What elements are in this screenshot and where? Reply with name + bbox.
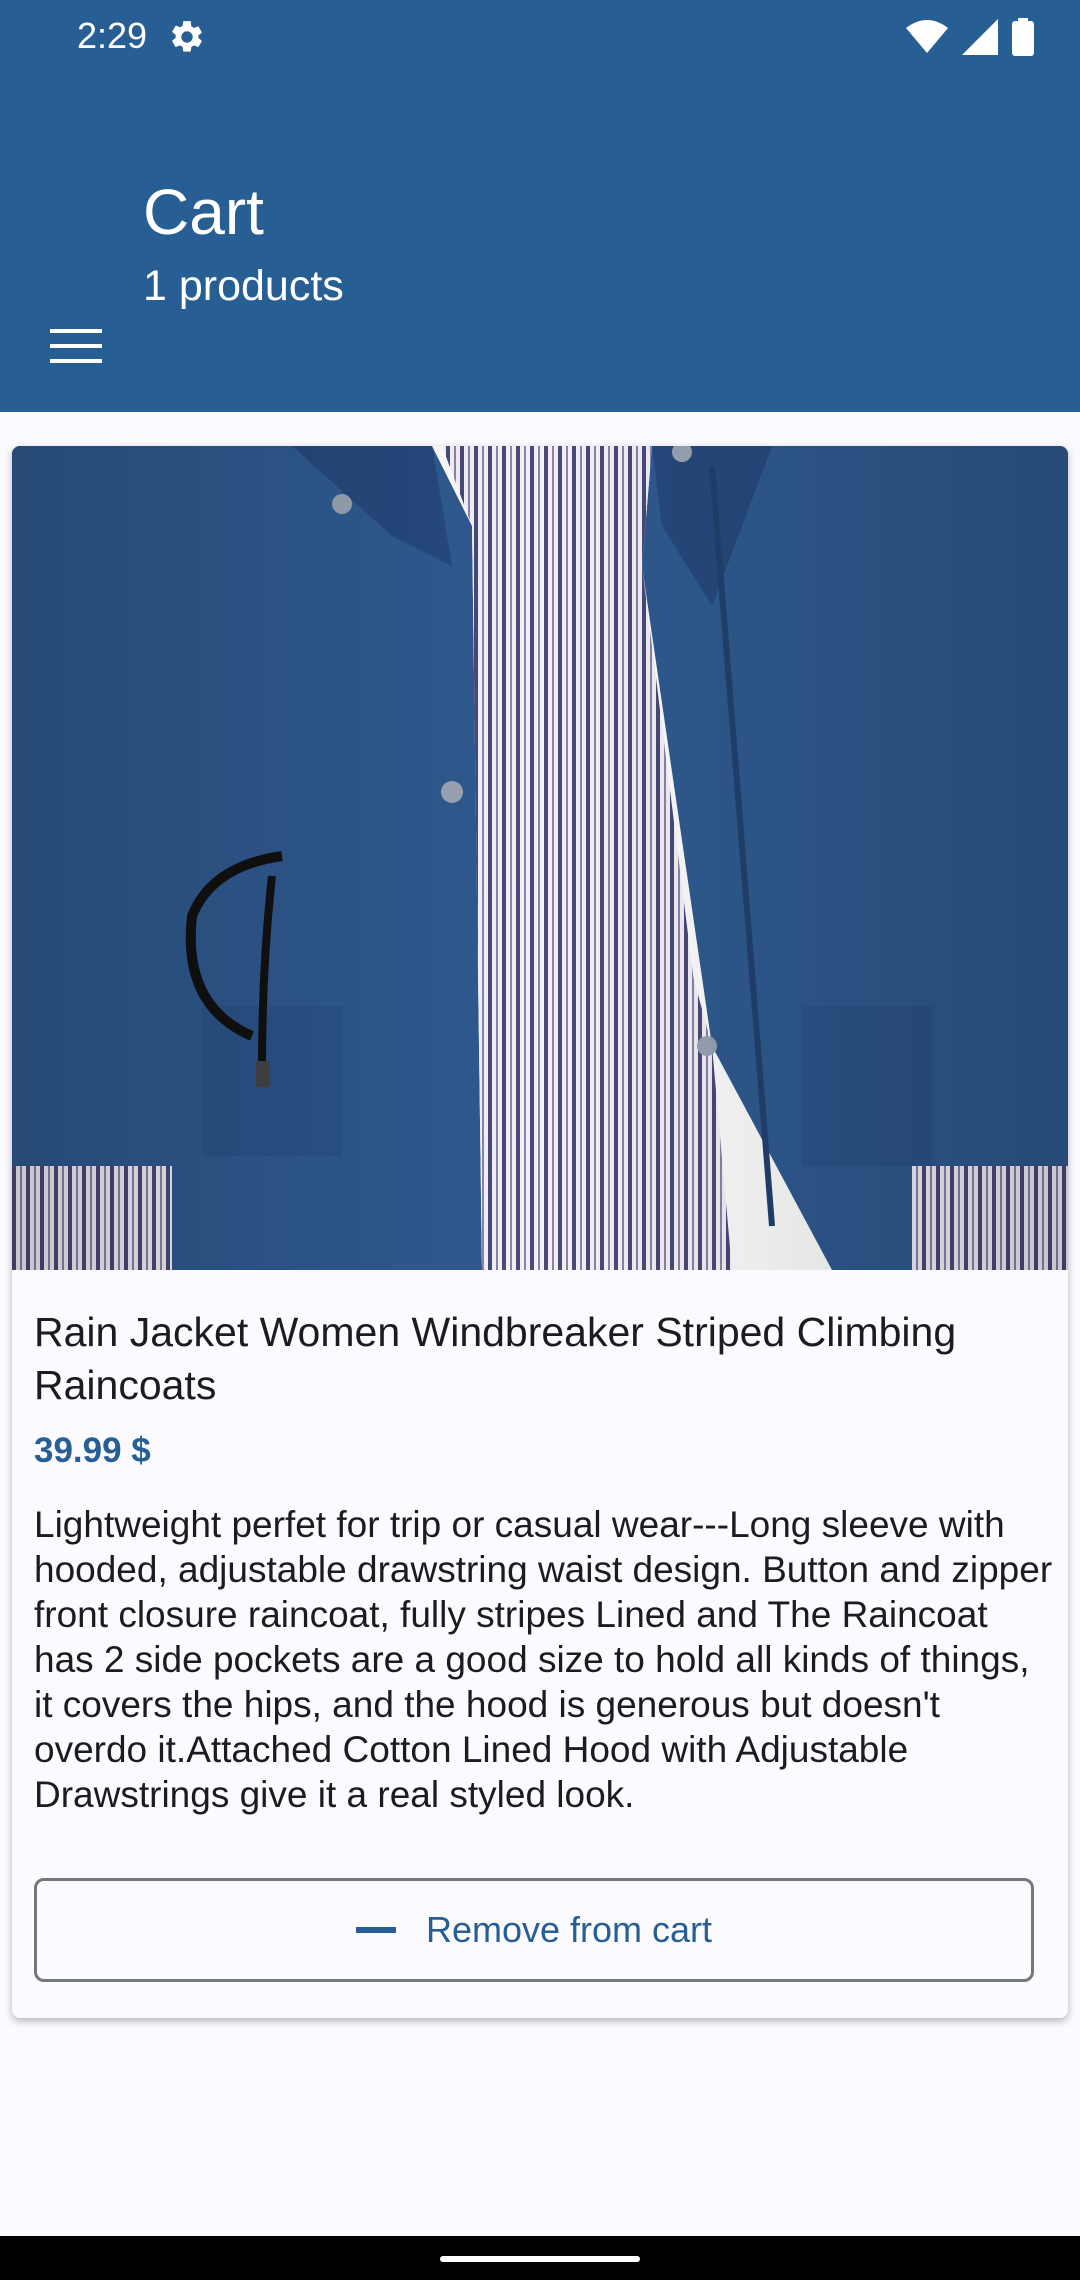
product-image [12,446,1068,1270]
product-description: Lightweight perfet for trip or casual we… [34,1504,1053,1815]
product-title: Rain Jacket Women Windbreaker Striped Cl… [34,1309,957,1408]
system-navigation-bar [0,2236,1080,2280]
app-bar: 2:29 Cart 1 products [0,0,1080,412]
remove-from-cart-button[interactable]: Remove from cart [34,1878,1034,1982]
minus-icon [355,1927,396,1933]
remove-from-cart-label: Remove from cart [425,1909,713,1950]
product-card: Rain Jacket Women Windbreaker Striped Cl… [12,446,1068,2018]
cell-signal-icon [962,19,998,55]
wifi-icon [906,20,948,53]
battery-icon [1012,18,1034,56]
status-time: 2:29 [77,15,148,56]
home-gesture-handle[interactable] [440,2256,640,2262]
menu-button[interactable] [44,322,108,370]
status-icons [906,16,1034,58]
product-price: 39.99 $ [34,1431,151,1470]
page-subtitle: 1 products [143,262,344,310]
hamburger-menu-icon [50,329,102,363]
page-title: Cart [143,176,264,248]
settings-gear-icon [172,21,202,52]
